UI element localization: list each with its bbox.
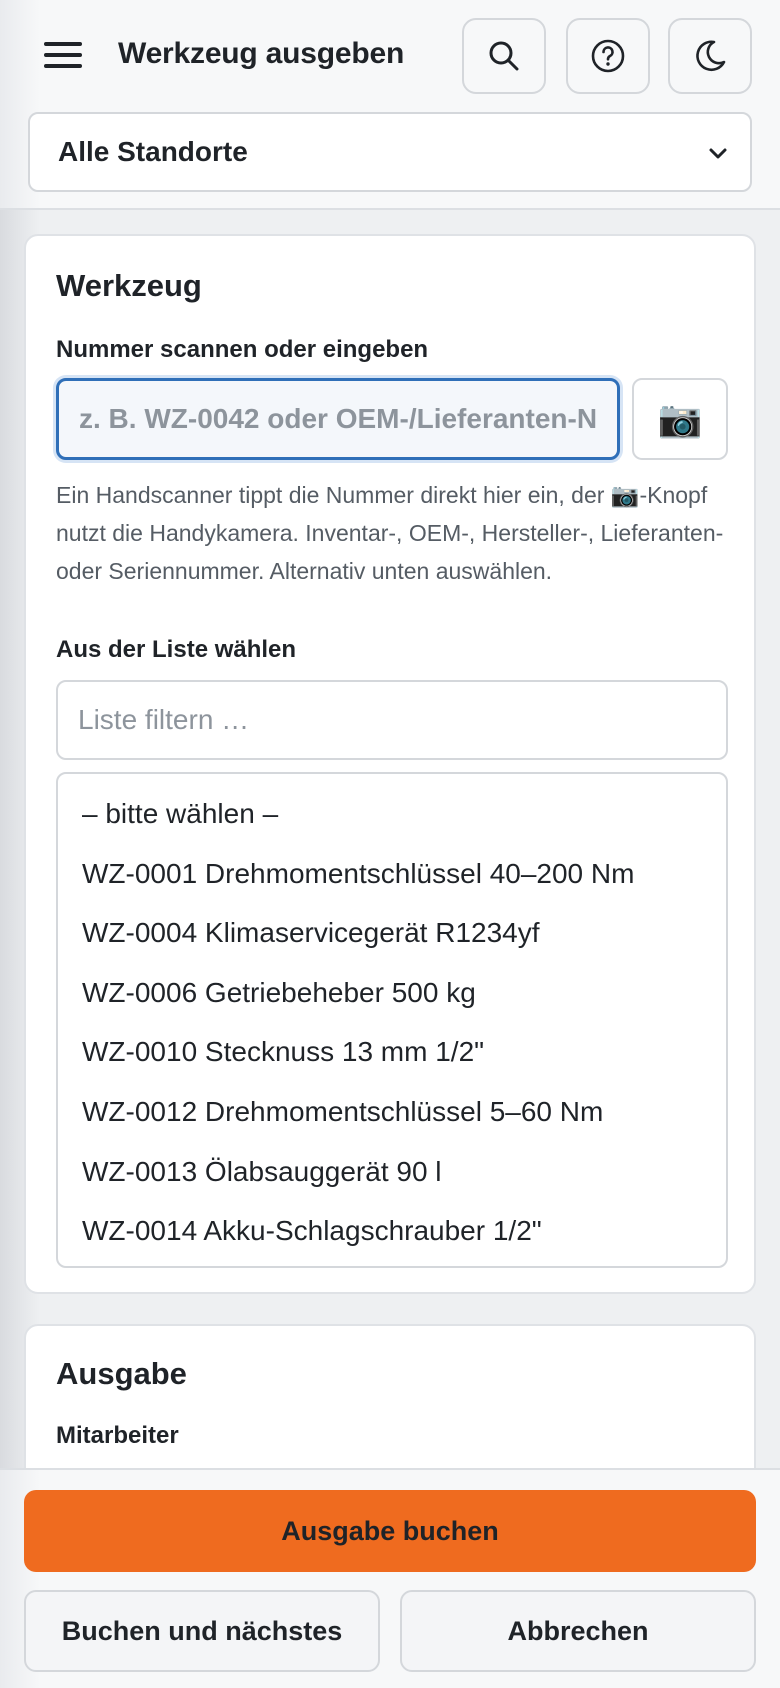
search-icon bbox=[489, 41, 519, 71]
list-filter-input[interactable] bbox=[56, 680, 728, 760]
page-title: Werkzeug ausgeben bbox=[118, 37, 405, 70]
tool-number-input[interactable] bbox=[56, 378, 620, 460]
chevron-down-icon bbox=[709, 148, 727, 159]
scan-hint: Ein Handscanner tippt die Nummer direkt … bbox=[56, 482, 724, 584]
employee-label: Mitarbeiter bbox=[56, 1422, 179, 1449]
location-select-value: Alle Standorte bbox=[58, 136, 248, 167]
issue-card-title: Ausgabe bbox=[56, 1356, 187, 1391]
location-select[interactable]: Alle Standorte bbox=[28, 112, 752, 192]
list-option[interactable]: WZ-0010 Stecknuss 13 mm 1/2" bbox=[58, 1022, 726, 1082]
theme-toggle-button[interactable] bbox=[668, 18, 752, 94]
hamburger-menu-icon[interactable] bbox=[42, 38, 84, 72]
top-bar: Werkzeug ausgeben Alle Standorte bbox=[0, 0, 780, 210]
list-option[interactable]: – bitte wählen – bbox=[58, 784, 726, 844]
list-option[interactable]: WZ-0004 Klimaservicegerät R1234yf bbox=[58, 903, 726, 963]
camera-icon: 📷 bbox=[657, 398, 703, 439]
moon-icon bbox=[696, 40, 726, 72]
tool-listbox[interactable]: – bitte wählen – WZ-0001 Drehmomentschlü… bbox=[56, 772, 728, 1268]
book-and-next-button[interactable]: Buchen und nächstes bbox=[24, 1590, 380, 1672]
list-option[interactable]: WZ-0006 Getriebeheber 500 kg bbox=[58, 963, 726, 1023]
list-option[interactable]: WZ-0013 Ölabsauggerät 90 l bbox=[58, 1142, 726, 1202]
camera-scan-button[interactable]: 📷 bbox=[632, 378, 728, 460]
list-option[interactable]: WZ-0014 Akku-Schlagschrauber 1/2" bbox=[58, 1201, 726, 1261]
tool-card: Werkzeug Nummer scannen oder eingeben 📷 … bbox=[24, 234, 756, 1294]
book-issue-button[interactable]: Ausgabe buchen bbox=[24, 1490, 756, 1572]
tool-card-title: Werkzeug bbox=[56, 268, 202, 303]
search-button[interactable] bbox=[462, 18, 546, 94]
help-circle-icon bbox=[591, 39, 625, 73]
help-button[interactable] bbox=[566, 18, 650, 94]
bottom-action-bar: Ausgabe buchen Buchen und nächstes Abbre… bbox=[0, 1468, 780, 1688]
list-option[interactable]: WZ-0012 Drehmomentschlüssel 5–60 Nm bbox=[58, 1082, 726, 1142]
scan-label: Nummer scannen oder eingeben bbox=[56, 336, 429, 363]
list-label: Aus der Liste wählen bbox=[56, 636, 297, 663]
cancel-button[interactable]: Abbrechen bbox=[400, 1590, 756, 1672]
list-option[interactable]: WZ-0001 Drehmomentschlüssel 40–200 Nm bbox=[58, 844, 726, 904]
